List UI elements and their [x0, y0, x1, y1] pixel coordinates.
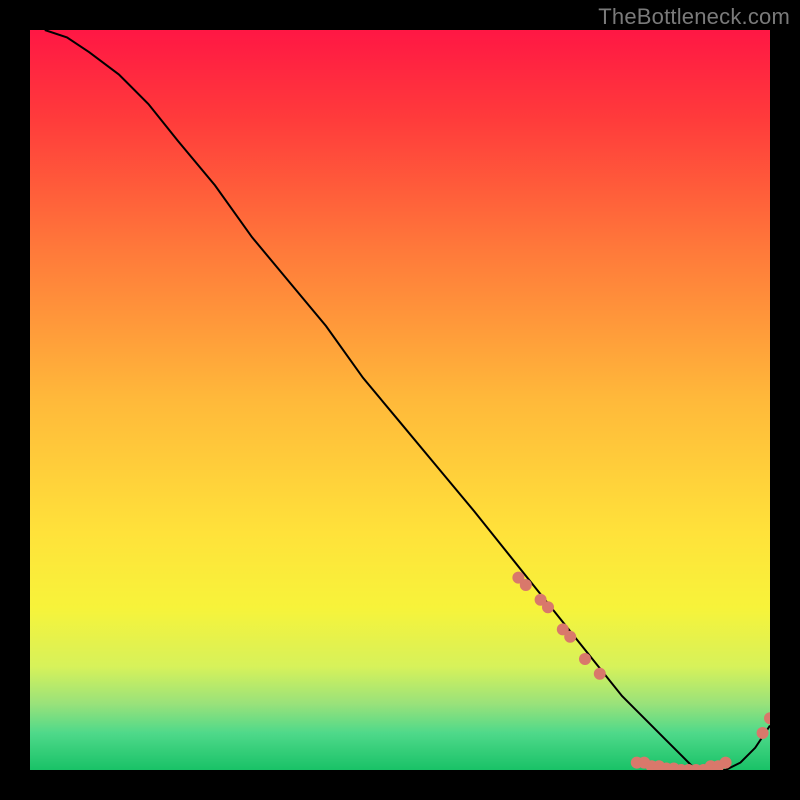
plot-area: [30, 30, 770, 770]
highlight-dot: [564, 631, 576, 643]
watermark-text: TheBottleneck.com: [598, 4, 790, 30]
highlight-dot: [579, 653, 591, 665]
highlight-dot: [520, 579, 532, 591]
chart-svg: [30, 30, 770, 770]
highlight-dot: [720, 757, 732, 769]
highlight-dot: [594, 668, 606, 680]
highlight-dot: [757, 727, 769, 739]
background-gradient: [30, 30, 770, 770]
chart-frame: TheBottleneck.com: [0, 0, 800, 800]
highlight-dot: [542, 601, 554, 613]
